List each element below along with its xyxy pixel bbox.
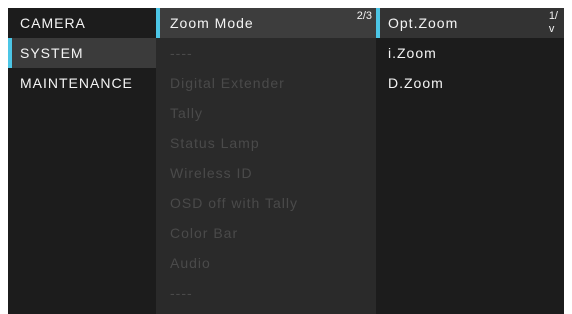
submenu-item-label: Zoom Mode — [170, 15, 254, 31]
page-indicator: 1/ v — [549, 10, 558, 36]
submenu-item-digital-extender: Digital Extender — [156, 68, 376, 98]
page-number: 1/ — [548, 10, 558, 22]
submenu-item-label: Digital Extender — [170, 75, 285, 91]
option-label: Opt.Zoom — [388, 15, 459, 31]
submenu-item-osd-off-with-tally: OSD off with Tally — [156, 188, 376, 218]
menu-item-label: SYSTEM — [20, 45, 84, 61]
osd-menu-screen: CAMERA SYSTEM MAINTENANCE Zoom Mode 2/3 … — [8, 8, 564, 314]
submenu-item-label: Wireless ID — [170, 165, 253, 181]
option-opt-zoom[interactable]: Opt.Zoom 1/ v — [376, 8, 564, 38]
option-i-zoom[interactable]: i.Zoom — [376, 38, 564, 68]
submenu-item-wireless-id: Wireless ID — [156, 158, 376, 188]
submenu-item-placeholder: ---- — [156, 278, 376, 308]
submenu-item-tally: Tally — [156, 98, 376, 128]
submenu-item-label: ---- — [170, 285, 193, 301]
option-label: D.Zoom — [388, 75, 444, 91]
submenu-item-placeholder: ---- — [156, 38, 376, 68]
system-submenu: Zoom Mode 2/3 ---- Digital Extender Tall… — [156, 8, 376, 314]
submenu-item-audio: Audio — [156, 248, 376, 278]
submenu-item-color-bar: Color Bar — [156, 218, 376, 248]
page-down-arrow-icon: v — [548, 23, 555, 35]
menu-item-label: CAMERA — [20, 15, 86, 31]
submenu-item-label: Color Bar — [170, 225, 239, 241]
submenu-item-label: Tally — [170, 105, 204, 121]
menu-item-camera[interactable]: CAMERA — [8, 8, 156, 38]
page-indicator: 2/3 — [356, 10, 372, 22]
option-d-zoom[interactable]: D.Zoom — [376, 68, 564, 98]
menu-item-maintenance[interactable]: MAINTENANCE — [8, 68, 156, 98]
option-label: i.Zoom — [388, 45, 437, 61]
submenu-item-label: Audio — [170, 255, 211, 271]
submenu-item-label: OSD off with Tally — [170, 195, 298, 211]
submenu-item-label: Status Lamp — [170, 135, 260, 151]
submenu-item-zoom-mode[interactable]: Zoom Mode 2/3 — [156, 8, 376, 38]
menu-item-system[interactable]: SYSTEM — [8, 38, 156, 68]
zoom-mode-options: Opt.Zoom 1/ v i.Zoom D.Zoom — [376, 8, 564, 314]
submenu-item-label: ---- — [170, 45, 193, 61]
menu-item-label: MAINTENANCE — [20, 75, 133, 91]
top-level-menu: CAMERA SYSTEM MAINTENANCE — [8, 8, 156, 314]
submenu-item-status-lamp: Status Lamp — [156, 128, 376, 158]
